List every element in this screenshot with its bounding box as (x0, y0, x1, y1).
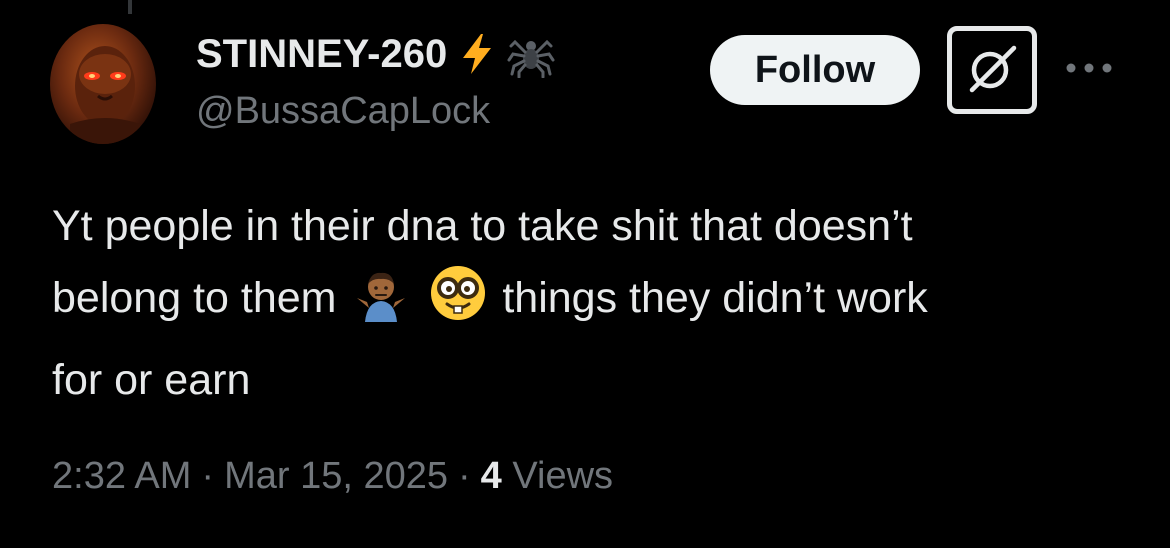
more-button[interactable] (1062, 52, 1116, 88)
tweet-line-2-start: belong to them (52, 274, 337, 322)
follow-button[interactable]: Follow (710, 35, 920, 105)
separator-dot: · (201, 455, 215, 497)
tweet-line-3: for or earn (52, 356, 251, 404)
person-shrugging-emoji (351, 268, 411, 344)
spider-icon (507, 30, 555, 78)
avatar[interactable] (50, 24, 156, 144)
tweet-line-2: belong to them things they didn’t work (52, 262, 1142, 344)
tweet-header: STINNEY-260 @BussaCapLock (196, 30, 555, 133)
tweet-meta: 2:32 AM · Mar 15, 2025 · 4 Views (52, 455, 613, 498)
user-handle[interactable]: @BussaCapLock (196, 90, 555, 133)
views-count[interactable]: 4 (481, 455, 502, 497)
thread-line (128, 0, 132, 14)
tweet-date[interactable]: Mar 15, 2025 (224, 455, 448, 497)
tweet-time[interactable]: 2:32 AM (52, 455, 191, 497)
more-dots-icon (1065, 61, 1113, 79)
grok-button[interactable] (947, 26, 1037, 114)
grok-icon (964, 40, 1020, 101)
separator-dot-2: · (458, 455, 471, 497)
tweet: STINNEY-260 @BussaCapLock Follow Yt peop… (0, 0, 1170, 548)
name-row: STINNEY-260 (196, 30, 555, 78)
views-label: Views (512, 455, 614, 497)
display-name[interactable]: STINNEY-260 (196, 32, 447, 77)
tweet-text: Yt people in their dna to take shit that… (52, 190, 1142, 416)
tweet-line-2-end: things they didn’t work (502, 274, 928, 322)
nerd-face-emoji (429, 264, 487, 344)
lightning-bolt-icon (457, 32, 497, 76)
tweet-line-1: Yt people in their dna to take shit that… (52, 202, 913, 250)
